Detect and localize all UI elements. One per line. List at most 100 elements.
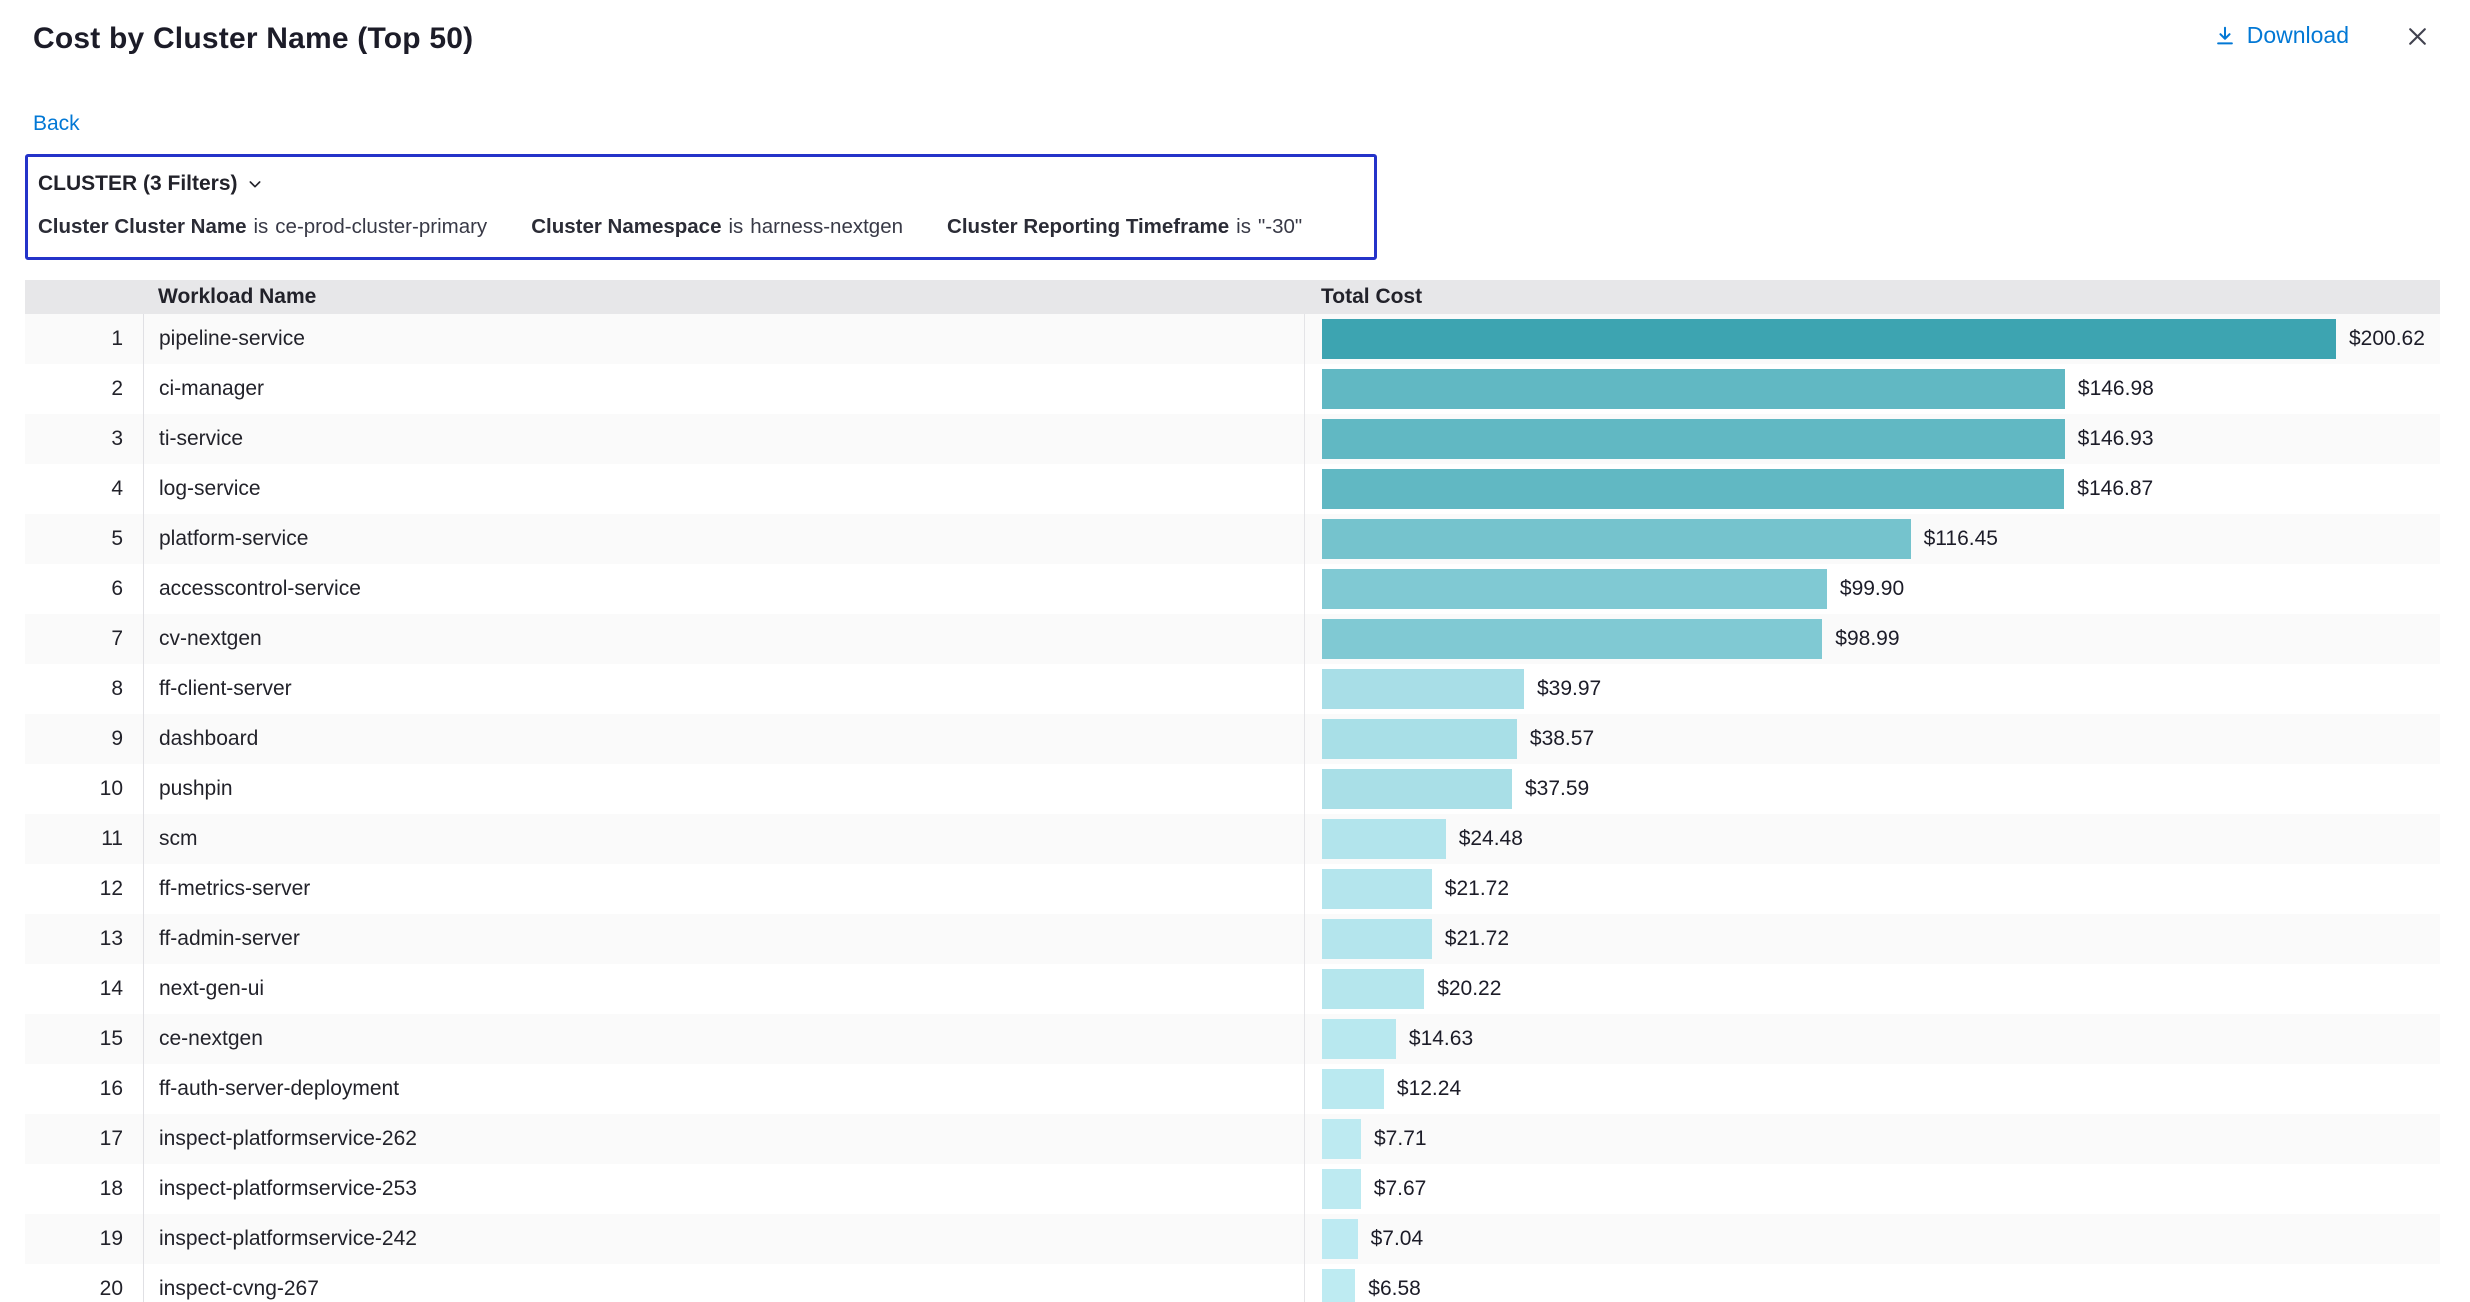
table-row[interactable]: 9dashboard$38.57 (25, 714, 2440, 764)
row-workload-name: inspect-platformservice-253 (143, 1164, 1304, 1214)
back-link[interactable]: Back (33, 112, 80, 136)
table-row[interactable]: 7cv-nextgen$98.99 (25, 614, 2440, 664)
cost-bar[interactable] (1322, 369, 2065, 409)
cost-bar[interactable] (1322, 469, 2064, 509)
row-cost-cell: $98.99 (1304, 614, 2440, 664)
cost-bar[interactable] (1322, 719, 1517, 759)
cost-bar[interactable] (1322, 1069, 1384, 1109)
table-row[interactable]: 6accesscontrol-service$99.90 (25, 564, 2440, 614)
filter-summary-toggle[interactable]: CLUSTER (3 Filters) (38, 172, 263, 196)
row-rank: 16 (25, 1077, 143, 1101)
cost-bar[interactable] (1322, 519, 1911, 559)
row-workload-name: ti-service (143, 414, 1304, 464)
cost-value: $146.87 (2077, 477, 2153, 501)
row-cost-cell: $21.72 (1304, 914, 2440, 964)
row-cost-cell: $24.48 (1304, 814, 2440, 864)
row-rank: 12 (25, 877, 143, 901)
table-row[interactable]: 5platform-service$116.45 (25, 514, 2440, 564)
row-workload-name: scm (143, 814, 1304, 864)
row-rank: 19 (25, 1227, 143, 1251)
row-cost-cell: $116.45 (1304, 514, 2440, 564)
row-rank: 17 (25, 1127, 143, 1151)
row-cost-cell: $146.87 (1304, 464, 2440, 514)
filter-value: ce-prod-cluster-primary (275, 215, 487, 239)
cost-value: $24.48 (1459, 827, 1523, 851)
cost-bar[interactable] (1322, 969, 1424, 1009)
table-row[interactable]: 11scm$24.48 (25, 814, 2440, 864)
row-rank: 8 (25, 677, 143, 701)
cost-value: $14.63 (1409, 1027, 1473, 1051)
table-row[interactable]: 15ce-nextgen $14.63 (25, 1014, 2440, 1064)
cost-bar[interactable] (1322, 869, 1432, 909)
table-row[interactable]: 14next-gen-ui$20.22 (25, 964, 2440, 1014)
row-workload-name: ff-client-server (143, 664, 1304, 714)
row-cost-cell: $99.90 (1304, 564, 2440, 614)
row-rank: 1 (25, 327, 143, 351)
filter-items: Cluster Cluster Name is ce-prod-cluster-pr… (38, 215, 1352, 239)
cost-value: $38.57 (1530, 727, 1594, 751)
table-row[interactable]: 10pushpin$37.59 (25, 764, 2440, 814)
row-workload-name: log-service (143, 464, 1304, 514)
row-workload-name: ff-admin-server (143, 914, 1304, 964)
row-workload-name: ff-auth-server-deployment (143, 1064, 1304, 1114)
row-cost-cell: $38.57 (1304, 714, 2440, 764)
row-rank: 14 (25, 977, 143, 1001)
row-cost-cell: $6.58 (1304, 1264, 2440, 1302)
cost-bar[interactable] (1322, 819, 1446, 859)
row-cost-cell: $146.98 (1304, 364, 2440, 414)
row-workload-name: cv-nextgen (143, 614, 1304, 664)
row-workload-name: ce-nextgen (143, 1014, 1304, 1064)
cost-bar[interactable] (1322, 619, 1822, 659)
table-row[interactable]: 16ff-auth-server-deployment$12.24 (25, 1064, 2440, 1114)
table-row[interactable]: 20inspect-cvng-267$6.58 (25, 1264, 2440, 1302)
cost-bar[interactable] (1322, 569, 1827, 609)
row-workload-name: ff-metrics-server (143, 864, 1304, 914)
cost-bar[interactable] (1322, 1119, 1361, 1159)
row-rank: 4 (25, 477, 143, 501)
cost-value: $39.97 (1537, 677, 1601, 701)
row-workload-name: inspect-platformservice-262 (143, 1114, 1304, 1164)
row-cost-cell: $39.97 (1304, 664, 2440, 714)
row-rank: 15 (25, 1027, 143, 1051)
cost-value: $21.72 (1445, 877, 1509, 901)
row-cost-cell: $7.67 (1304, 1164, 2440, 1214)
row-rank: 9 (25, 727, 143, 751)
chevron-down-icon (247, 176, 263, 192)
filter-value: harness-nextgen (750, 215, 903, 239)
cost-bar[interactable] (1322, 919, 1432, 959)
cost-bar[interactable] (1322, 1219, 1358, 1259)
cost-value: $7.67 (1374, 1177, 1427, 1201)
table-row[interactable]: 8ff-client-server $39.97 (25, 664, 2440, 714)
table-row[interactable]: 13ff-admin-server$21.72 (25, 914, 2440, 964)
filter-field: Cluster Reporting Timeframe (947, 215, 1229, 239)
table-row[interactable]: 19inspect-platformservice-242$7.04 (25, 1214, 2440, 1264)
filter-item: Cluster Reporting Timeframe is "-30" (947, 215, 1302, 239)
filter-panel: CLUSTER (3 Filters) Cluster Cluster Name… (25, 154, 1377, 260)
cost-bar[interactable] (1322, 669, 1524, 709)
row-cost-cell: $20.22 (1304, 964, 2440, 1014)
row-cost-cell: $14.63 (1304, 1014, 2440, 1064)
table-body: 1pipeline-service$200.622ci-manager$146.… (25, 314, 2440, 1302)
filter-value: "-30" (1258, 215, 1302, 239)
cost-bar[interactable] (1322, 769, 1512, 809)
cost-value: $37.59 (1525, 777, 1589, 801)
row-rank: 5 (25, 527, 143, 551)
row-cost-cell: $200.62 (1304, 314, 2440, 364)
table-row[interactable]: 3ti-service$146.93 (25, 414, 2440, 464)
cost-bar[interactable] (1322, 419, 2065, 459)
table-row[interactable]: 17inspect-platformservice-262$7.71 (25, 1114, 2440, 1164)
table-row[interactable]: 2ci-manager$146.98 (25, 364, 2440, 414)
cost-bar[interactable] (1322, 319, 2336, 359)
table-row[interactable]: 1pipeline-service$200.62 (25, 314, 2440, 364)
download-button[interactable]: Download (2214, 22, 2349, 49)
filter-field: Cluster Cluster Name (38, 215, 246, 239)
table-row[interactable]: 12ff-metrics-server $21.72 (25, 864, 2440, 914)
row-rank: 13 (25, 927, 143, 951)
cost-bar[interactable] (1322, 1269, 1355, 1302)
filter-operator: is (1236, 215, 1251, 239)
table-row[interactable]: 4log-service $146.87 (25, 464, 2440, 514)
cost-bar[interactable] (1322, 1019, 1396, 1059)
close-button[interactable] (2405, 22, 2430, 49)
table-row[interactable]: 18inspect-platformservice-253$7.67 (25, 1164, 2440, 1214)
cost-bar[interactable] (1322, 1169, 1361, 1209)
